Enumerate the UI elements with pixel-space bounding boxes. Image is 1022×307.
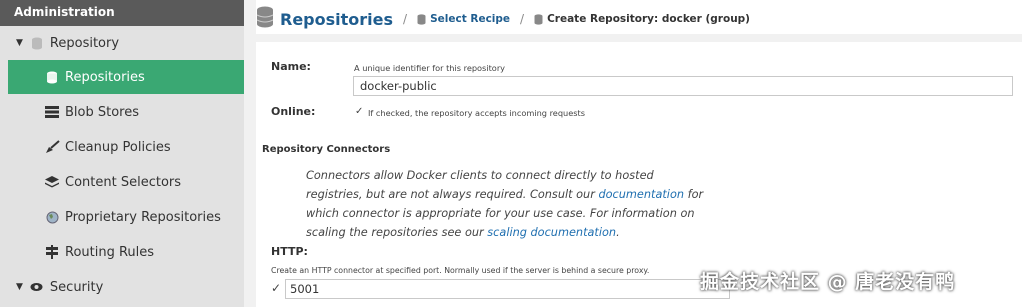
sidebar-item-repositories[interactable]: Repositories [8, 60, 244, 94]
eye-icon [29, 279, 45, 295]
breadcrumb-link-select-recipe[interactable]: Select Recipe [430, 13, 510, 25]
connectors-desc-text: registries, but are not always required.… [306, 188, 599, 201]
online-checkbox[interactable]: ✓ [355, 107, 364, 117]
http-checkbox[interactable]: ✓ [271, 282, 281, 294]
signpost-icon [44, 244, 60, 260]
name-field[interactable]: docker-public [353, 76, 1013, 96]
sidebar-item-label: Repositories [65, 69, 145, 85]
http-help: Create an HTTP connector at specified po… [271, 266, 650, 275]
sidebar-group-security[interactable]: ▼ Security [0, 270, 244, 304]
caret-down-icon: ▼ [16, 38, 23, 48]
sidebar-item-cleanup-policies[interactable]: Cleanup Policies [0, 130, 244, 164]
connectors-desc-line: registries, but are not always required.… [306, 185, 706, 204]
sidebar-group-label: Security [49, 279, 104, 295]
database-icon [534, 10, 543, 29]
globe-icon [44, 209, 60, 225]
sidebar-item-label: Routing Rules [65, 244, 155, 260]
connectors-desc-text: . [616, 226, 620, 239]
page-title[interactable]: Repositories [280, 10, 393, 29]
online-label: Online: [271, 105, 316, 118]
database-icon [417, 10, 426, 29]
database-icon [256, 6, 274, 32]
sidebar-item-label: Content Selectors [65, 174, 182, 190]
sidebar-header: Administration [0, 0, 244, 26]
http-label: HTTP: [271, 245, 308, 258]
connectors-title: Repository Connectors [262, 144, 391, 155]
breadcrumb: Repositories / Select Recipe / Create Re… [256, 4, 750, 34]
sidebar-item-routing-rules[interactable]: Routing Rules [0, 235, 244, 269]
broom-icon [44, 139, 60, 155]
connectors-desc-line: which connector is appropriate for your … [306, 207, 695, 220]
sidebar-item-blob-stores[interactable]: Blob Stores [0, 95, 244, 129]
watermark: 掘金技术社区 @ 唐老没有鸭 [700, 271, 956, 293]
name-help: A unique identifier for this repository [354, 63, 506, 73]
sidebar-item-content-selectors[interactable]: Content Selectors [0, 165, 244, 199]
server-icon [44, 104, 60, 120]
sidebar-item-label: Cleanup Policies [65, 139, 171, 155]
http-port-field[interactable]: 5001 [285, 279, 730, 299]
connectors-desc-text: scaling the repositories see our [306, 226, 488, 239]
sidebar-group-label: Repository [49, 35, 120, 51]
name-label: Name: [271, 60, 311, 73]
connectors-desc-line: Connectors allow Docker clients to conne… [306, 169, 654, 182]
breadcrumb-separator: / [520, 12, 525, 26]
sidebar-item-label: Proprietary Repositories [65, 209, 221, 225]
layers-icon [44, 174, 60, 190]
documentation-link[interactable]: documentation [598, 188, 684, 201]
scaling-documentation-link[interactable]: scaling documentation [487, 226, 616, 239]
sidebar-item-proprietary-repositories[interactable]: Proprietary Repositories [0, 200, 244, 234]
content-gutter [244, 0, 256, 307]
connectors-desc-text: for [684, 188, 704, 201]
connectors-description: Connectors allow Docker clients to conne… [306, 166, 706, 242]
sidebar-group-repository[interactable]: ▼ Repository [0, 26, 244, 60]
breadcrumb-separator: / [403, 12, 408, 26]
connectors-desc-line: scaling the repositories see our scaling… [306, 223, 706, 242]
online-help: If checked, the repository accepts incom… [368, 108, 585, 118]
database-icon [44, 69, 60, 85]
caret-down-icon: ▼ [16, 282, 23, 292]
content-top-gutter [244, 34, 1022, 42]
breadcrumb-current: Create Repository: docker (group) [547, 13, 750, 25]
sidebar: Administration ▼ Repository Repositories… [0, 0, 245, 307]
database-icon [29, 35, 45, 51]
sidebar-item-label: Blob Stores [65, 104, 140, 120]
